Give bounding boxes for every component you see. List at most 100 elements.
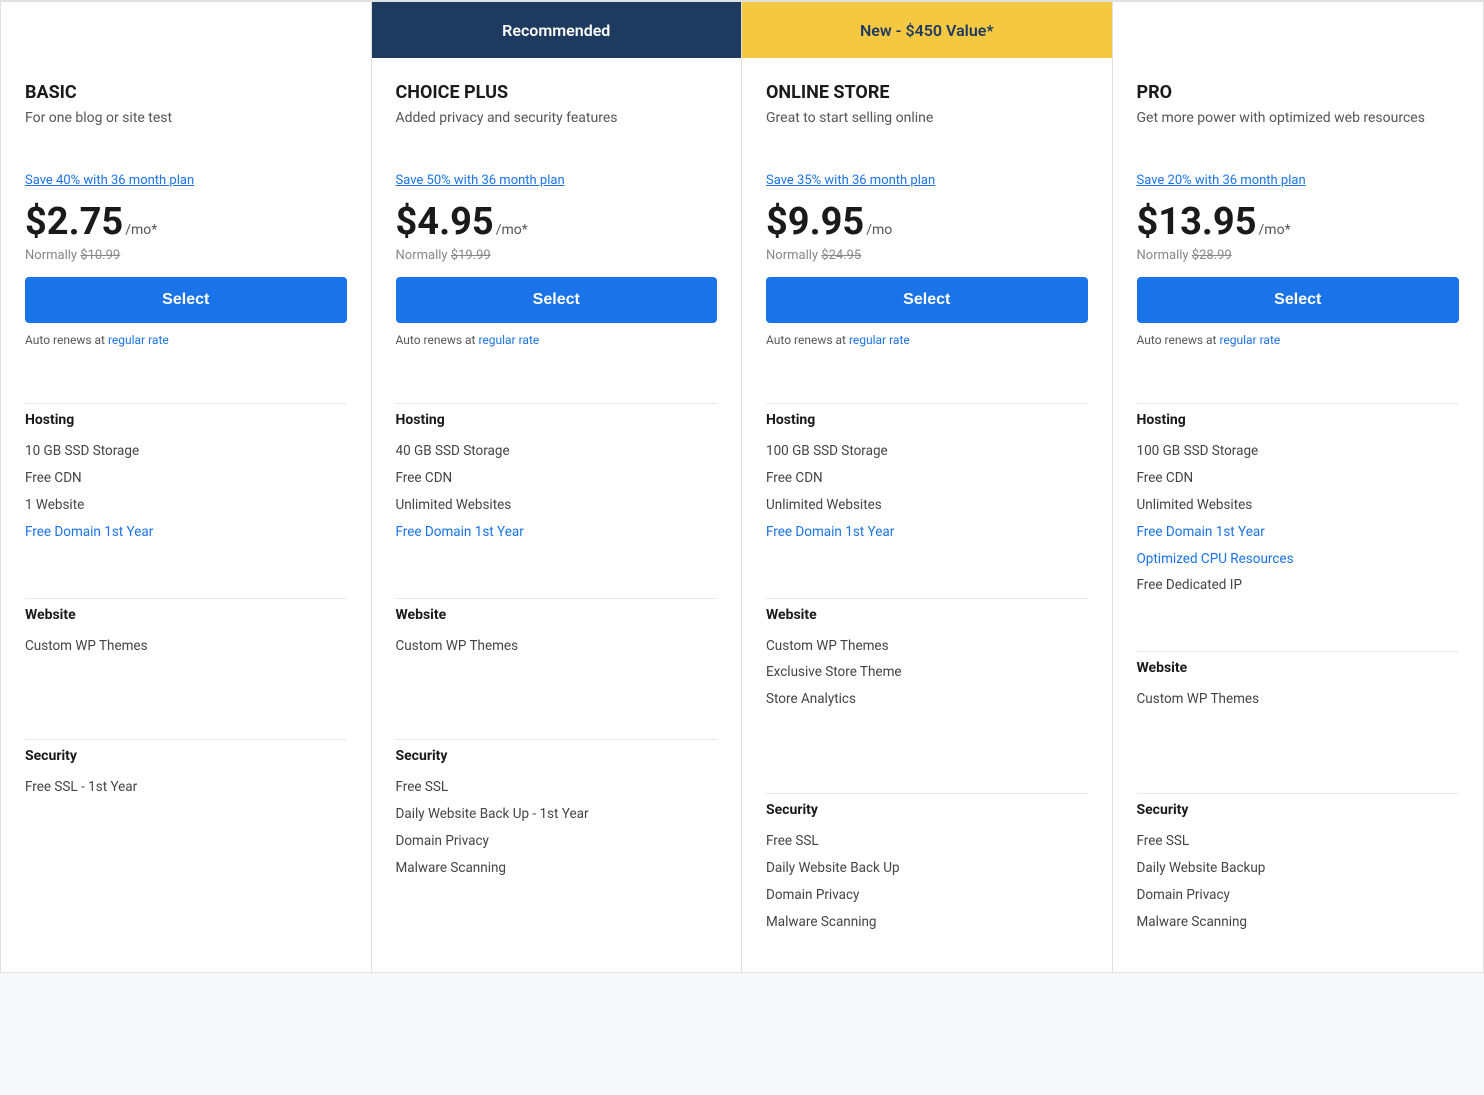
price-row-pro: $13.95/mo* bbox=[1137, 200, 1460, 244]
security-section-choice-plus: SecurityFree SSLDaily Website Back Up - … bbox=[372, 719, 742, 918]
security-spacer-choice-plus bbox=[396, 882, 718, 906]
plan-name-choice-plus: CHOICE PLUS bbox=[396, 82, 718, 103]
security-title-online-store: Security bbox=[766, 802, 1088, 818]
website-item-pro-0: Custom WP Themes bbox=[1137, 686, 1460, 713]
website-spacer-pro bbox=[1137, 713, 1460, 761]
regular-rate-link-online-store[interactable]: regular rate bbox=[849, 333, 910, 347]
security-item-basic-0: Free SSL - 1st Year bbox=[25, 774, 347, 801]
price-normal-online-store: Normally $24.95 bbox=[766, 248, 1088, 263]
website-section-pro: Website Custom WP Themes bbox=[1113, 631, 1484, 773]
hosting-spacer-online-store bbox=[766, 546, 1088, 566]
hosting-title-basic: Hosting bbox=[25, 412, 347, 428]
plan-body-choice-plus: CHOICE PLUS Added privacy and security fe… bbox=[372, 58, 742, 383]
plan-body-online-store: ONLINE STORE Great to start selling onlin… bbox=[742, 58, 1112, 383]
plan-desc-online-store: Great to start selling online bbox=[766, 109, 1088, 157]
security-item-online-store-3: Malware Scanning bbox=[766, 909, 1088, 936]
website-item-online-store-0: Custom WP Themes bbox=[766, 633, 1088, 660]
security-item-online-store-2: Domain Privacy bbox=[766, 882, 1088, 909]
hosting-item-online-store-3: Free Domain 1st Year bbox=[766, 519, 1088, 546]
website-item-online-store-1: Exclusive Store Theme bbox=[766, 659, 1088, 686]
regular-rate-link-basic[interactable]: regular rate bbox=[108, 333, 169, 347]
security-spacer-online-store bbox=[766, 936, 1088, 960]
website-spacer-basic bbox=[25, 659, 347, 707]
website-spacer-choice-plus bbox=[396, 659, 718, 707]
plan-column-basic: BASICFor one blog or site testSave 40% w… bbox=[1, 2, 372, 972]
regular-rate-link-pro[interactable]: regular rate bbox=[1219, 333, 1280, 347]
hosting-spacer-pro bbox=[1137, 599, 1460, 619]
security-title-pro: Security bbox=[1137, 802, 1460, 818]
select-button-basic[interactable]: Select bbox=[25, 277, 347, 323]
auto-renew-online-store: Auto renews at regular rate bbox=[766, 333, 1088, 347]
hosting-item-basic-1: Free CDN bbox=[25, 465, 347, 492]
security-spacer-basic bbox=[25, 801, 347, 825]
plan-desc-basic: For one blog or site test bbox=[25, 109, 347, 157]
plan-body-pro: PROGet more power with optimized web res… bbox=[1113, 58, 1484, 383]
price-period-online-store: /mo bbox=[866, 222, 892, 238]
hosting-item-pro-5: Free Dedicated IP bbox=[1137, 572, 1460, 599]
security-item-pro-1: Daily Website Backup bbox=[1137, 855, 1460, 882]
website-item-online-store-2: Store Analytics bbox=[766, 686, 1088, 713]
hosting-item-basic-3: Free Domain 1st Year bbox=[25, 519, 347, 546]
security-spacer-pro bbox=[1137, 936, 1460, 960]
hosting-item-basic-2: 1 Website bbox=[25, 492, 347, 519]
website-section-basic: WebsiteCustom WP Themes bbox=[1, 578, 371, 720]
plans-grid: BASICFor one blog or site testSave 40% w… bbox=[1, 1, 1483, 972]
divider-website-basic bbox=[25, 598, 347, 599]
hosting-item-online-store-0: 100 GB SSD Storage bbox=[766, 438, 1088, 465]
hosting-item-choice-plus-1: Free CDN bbox=[396, 465, 718, 492]
hosting-item-choice-plus-2: Unlimited Websites bbox=[396, 492, 718, 519]
plan-badge-online-store: New - $450 Value* bbox=[742, 2, 1112, 58]
divider-hosting-pro bbox=[1137, 403, 1460, 404]
website-title-choice-plus: Website bbox=[396, 607, 718, 623]
hosting-item-pro-1: Free CDN bbox=[1137, 465, 1460, 492]
security-title-choice-plus: Security bbox=[396, 748, 718, 764]
security-item-choice-plus-2: Domain Privacy bbox=[396, 828, 718, 855]
price-normal-basic: Normally $10.99 bbox=[25, 248, 347, 263]
security-item-choice-plus-1: Daily Website Back Up - 1st Year bbox=[396, 801, 718, 828]
security-item-pro-3: Malware Scanning bbox=[1137, 909, 1460, 936]
divider-security-pro bbox=[1137, 793, 1460, 794]
price-period-pro: /mo* bbox=[1259, 222, 1291, 238]
price-normal-pro: Normally $28.99 bbox=[1137, 248, 1460, 263]
website-title-online-store: Website bbox=[766, 607, 1088, 623]
security-section-online-store: SecurityFree SSLDaily Website Back UpDom… bbox=[742, 773, 1112, 972]
save-link-choice-plus[interactable]: Save 50% with 36 month plan bbox=[396, 173, 718, 188]
hosting-section-basic: Hosting 10 GB SSD StorageFree CDN1 Websit… bbox=[1, 383, 371, 578]
plan-body-basic: BASICFor one blog or site testSave 40% w… bbox=[1, 58, 371, 383]
security-item-pro-2: Domain Privacy bbox=[1137, 882, 1460, 909]
hosting-section-pro: Hosting100 GB SSD StorageFree CDNUnlimit… bbox=[1113, 383, 1484, 631]
hosting-spacer-choice-plus bbox=[396, 546, 718, 566]
plan-name-online-store: ONLINE STORE bbox=[766, 82, 1088, 103]
hosting-item-pro-0: 100 GB SSD Storage bbox=[1137, 438, 1460, 465]
plan-desc-choice-plus: Added privacy and security features bbox=[396, 109, 718, 157]
website-title-pro: Website bbox=[1137, 660, 1460, 676]
hosting-title-pro: Hosting bbox=[1137, 412, 1460, 428]
hosting-item-choice-plus-3: Free Domain 1st Year bbox=[396, 519, 718, 546]
save-link-online-store[interactable]: Save 35% with 36 month plan bbox=[766, 173, 1088, 188]
price-row-basic: $2.75/mo* bbox=[25, 200, 347, 244]
plan-badge-basic bbox=[1, 2, 371, 58]
website-spacer-online-store bbox=[766, 713, 1088, 761]
save-link-pro[interactable]: Save 20% with 36 month plan bbox=[1137, 173, 1460, 188]
hosting-section-choice-plus: Hosting40 GB SSD StorageFree CDNUnlimite… bbox=[372, 383, 742, 578]
divider-hosting-basic bbox=[25, 403, 347, 404]
price-main-pro: $13.95 bbox=[1137, 200, 1257, 244]
hosting-item-basic-0: 10 GB SSD Storage bbox=[25, 438, 347, 465]
security-section-basic: SecurityFree SSL - 1st Year bbox=[1, 719, 371, 837]
plan-column-online-store: New - $450 Value* ONLINE STORE Great to st… bbox=[742, 2, 1113, 972]
hosting-title-online-store: Hosting bbox=[766, 412, 1088, 428]
regular-rate-link-choice-plus[interactable]: regular rate bbox=[478, 333, 539, 347]
save-link-basic[interactable]: Save 40% with 36 month plan bbox=[25, 173, 347, 188]
divider-website-online-store bbox=[766, 598, 1088, 599]
price-row-online-store: $9.95/mo bbox=[766, 200, 1088, 244]
website-section-online-store: Website Custom WP ThemesExclusive Store T… bbox=[742, 578, 1112, 774]
select-button-online-store[interactable]: Select bbox=[766, 277, 1088, 323]
select-button-choice-plus[interactable]: Select bbox=[396, 277, 718, 323]
divider-website-pro bbox=[1137, 651, 1460, 652]
price-normal-choice-plus: Normally $19.99 bbox=[396, 248, 718, 263]
price-main-choice-plus: $4.95 bbox=[396, 200, 494, 244]
security-item-online-store-0: Free SSL bbox=[766, 828, 1088, 855]
security-item-choice-plus-3: Malware Scanning bbox=[396, 855, 718, 882]
plan-badge-choice-plus: Recommended bbox=[372, 2, 742, 58]
select-button-pro[interactable]: Select bbox=[1137, 277, 1460, 323]
